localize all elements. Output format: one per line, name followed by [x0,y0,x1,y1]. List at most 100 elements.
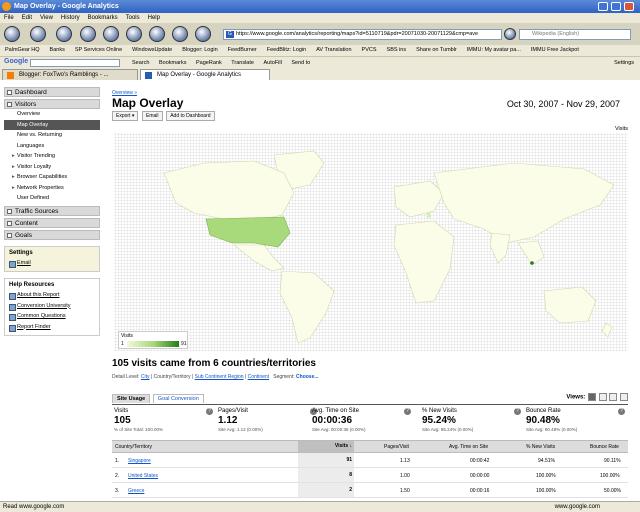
maximize-icon[interactable] [611,2,621,11]
world-map[interactable]: Visits 1 91 [114,133,628,351]
stat-pages-per-visit: Pages/Visit 1.12 Site Avg: 1.12 (0.00%) … [218,408,318,432]
detail-level-subcontinent[interactable]: Sub Continent Region [195,374,244,380]
russia-asia [433,162,615,244]
url-bar[interactable]: G https://www.google.com/analytics/repor… [223,29,502,40]
bookmark-item[interactable]: IMMU Free Jackpot [526,45,584,56]
google-toolbar-item[interactable]: AutoFill [260,60,286,66]
email-button[interactable]: Email [142,111,163,121]
col-country[interactable]: Country/Territory [115,444,152,450]
col-bounce-rate[interactable]: Bounce Rate [590,444,619,450]
go-icon[interactable] [504,28,516,40]
help-icon[interactable]: ? [514,408,521,415]
sidebar-item-visitors[interactable]: Visitors [4,99,100,109]
bookmark-item[interactable]: PVCS [357,45,382,56]
toolbar-icon-1[interactable] [126,26,142,42]
bookmark-item[interactable]: FeedBurner [223,45,262,56]
forward-icon[interactable] [30,26,46,42]
tab-goal-conversion[interactable]: Goal Conversion [152,394,204,403]
bookmark-item[interactable]: WindowsUpdate [127,45,177,56]
col-pages-per-visit[interactable]: Pages/Visit [384,444,409,450]
tab-site-usage[interactable]: Site Usage [112,394,151,403]
google-search-button[interactable]: Search [128,60,153,66]
col-visits[interactable]: Visits ↓ [298,441,354,452]
export-button[interactable]: Export ▾ [112,111,139,121]
minimize-icon[interactable] [598,2,608,11]
date-range-selector[interactable]: Oct 30, 2007 - Nov 29, 2007 [507,99,620,109]
toolbar-icon-3[interactable] [172,26,188,42]
sidebar-subitem-overview[interactable]: Overview [4,109,100,120]
expand-icon [7,232,12,238]
google-icon [145,72,152,79]
back-icon[interactable] [4,26,20,42]
bookmark-item[interactable]: AV Translation [311,45,356,56]
help-icon[interactable]: ? [404,408,411,415]
google-toolbar-search-input[interactable] [30,59,120,67]
google-toolbar-item[interactable]: Send to [287,60,314,66]
menu-edit[interactable]: Edit [18,13,36,23]
menu-tools[interactable]: Tools [122,13,144,23]
reload-icon[interactable] [56,26,72,42]
col-avg-time[interactable]: Avg. Time on Site [449,444,488,450]
sidebar-subitem-network-properties[interactable]: Network Properties [4,183,100,194]
table-view-icon[interactable] [587,393,596,401]
email-settings-link[interactable]: Email [9,258,95,269]
sidebar-subitem-visitor-loyalty[interactable]: Visitor Loyalty [4,162,100,173]
sidebar-item-goals[interactable]: Goals [4,229,100,240]
menu-file[interactable]: File [0,13,18,23]
toolbar-icon-2[interactable] [149,26,165,42]
bookmark-item[interactable]: Blogger: Login [177,45,222,56]
sidebar-subitem-visitor-trending[interactable]: Visitor Trending [4,151,100,162]
menu-view[interactable]: View [36,13,57,23]
compare-view-icon[interactable] [620,393,628,401]
add-to-dashboard-button[interactable]: Add to Dashboard [166,111,215,121]
menu-history[interactable]: History [57,13,84,23]
bookmark-item[interactable]: SP Services Online [70,45,127,56]
sidebar-item-content[interactable]: Content [4,217,100,228]
detail-level-city[interactable]: City [141,374,150,380]
google-toolbar-item[interactable]: Bookmarks [155,60,191,66]
country-link[interactable]: Greece [128,488,144,494]
sidebar-subitem-user-defined[interactable]: User Defined [4,193,100,204]
sidebar-subitem-new-vs-returning[interactable]: New vs. Returning [4,130,100,141]
sidebar-subitem-languages[interactable]: Languages [4,141,100,152]
detail-level-continent[interactable]: Continent [248,374,269,380]
tab-map-overlay[interactable]: Map Overlay - Google Analytics [140,69,270,80]
close-icon[interactable] [624,2,634,11]
segment-dropdown[interactable]: Choose... [296,374,319,380]
menu-bookmarks[interactable]: Bookmarks [84,13,122,23]
sidebar-subitem-map-overlay[interactable]: Map Overlay [4,119,100,130]
bookmark-item[interactable]: Share on Tumblr [411,45,462,56]
bookmark-item[interactable]: PalmGear HQ [0,45,45,56]
bookmark-item[interactable]: FeedBlitz: Login [262,45,311,56]
country-link[interactable]: United States [128,473,158,479]
menu-help[interactable]: Help [144,13,164,23]
help-icon[interactable]: ? [206,408,213,415]
tab-blogger[interactable]: Blogger: FoxTwo's Ramblings - ... [2,69,138,80]
map-metric-dropdown[interactable]: Visits [615,126,628,132]
stop-icon[interactable] [80,26,96,42]
help-link[interactable]: Conversion University [9,301,95,312]
help-link[interactable]: Common Questions [9,311,95,322]
pie-view-icon[interactable] [598,393,607,401]
stat-new-visits: % New Visits 95.24% Site Avg: 95.24% (0.… [422,408,522,432]
table-row: 2. United States 8 1.00 00:00:00 100.00%… [112,468,628,483]
help-link[interactable]: Report Finder [9,322,95,333]
home-icon[interactable] [103,26,119,42]
bookmark-item[interactable]: Banks [45,45,70,56]
sidebar-item-dashboard[interactable]: Dashboard [4,87,100,97]
help-icon[interactable]: ? [618,408,625,415]
sidebar-subitem-browser-capabilities[interactable]: Browser Capabilities [4,172,100,183]
views-label: Views: [566,394,586,401]
bookmark-item[interactable]: IMMU: My avatar pa... [462,45,526,56]
col-new-visits[interactable]: % New Visits [526,444,555,450]
bar-view-icon[interactable] [609,393,618,401]
search-input[interactable]: Wikipedia (English) [519,29,631,40]
stat-bounce-rate: Bounce Rate 90.48% Site Avg: 90.48% (0.0… [526,408,626,432]
sidebar-item-traffic-sources[interactable]: Traffic Sources [4,205,100,216]
bookmark-item[interactable]: SBS ins [382,45,412,56]
toolbar-icon-4[interactable] [195,26,211,42]
google-toolbar-item[interactable]: PageRank [192,60,226,66]
google-toolbar-item[interactable]: Translate [227,60,258,66]
help-link[interactable]: About this Report [9,290,95,301]
country-link[interactable]: Singapore [128,458,151,464]
